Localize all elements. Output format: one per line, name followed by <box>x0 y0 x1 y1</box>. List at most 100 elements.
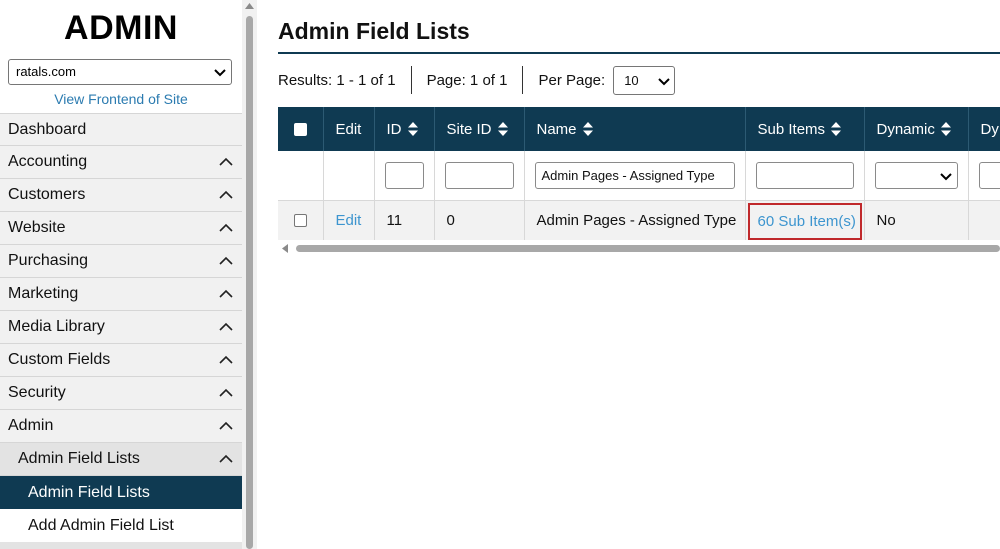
filter-id-input[interactable] <box>384 161 424 189</box>
sidebar-item-label: Purchasing <box>8 252 89 269</box>
chevron-up-icon <box>219 421 233 430</box>
results-bar: Results: 1 - 1 of 1 Page: 1 of 1 Per Pag… <box>278 65 676 95</box>
sidebar-item-media-library[interactable]: Media Library <box>0 311 242 344</box>
chevron-up-icon <box>219 355 233 364</box>
column-header-edit: Edit <box>323 107 375 151</box>
separator <box>410 66 412 94</box>
row-edit-link[interactable]: Edit <box>336 212 362 229</box>
sidebar-item-custom-fields[interactable]: Custom Fields <box>0 344 242 377</box>
sidebar-subgroup-admin-field-lists[interactable]: Admin Field Lists <box>0 443 242 476</box>
column-header-id[interactable]: ID <box>374 107 435 151</box>
row-id-cell: 11 <box>374 200 435 240</box>
column-header-dynamic[interactable]: Dynamic <box>864 107 969 151</box>
chevron-up-icon <box>219 388 233 397</box>
sidebar-item-purchasing[interactable]: Purchasing <box>0 245 242 278</box>
site-select-value: ratals.com <box>16 64 76 79</box>
sort-icon[interactable] <box>407 121 418 136</box>
column-header-label: Edit <box>335 120 362 138</box>
row-name-cell: Admin Pages - Assigned Type <box>524 200 746 240</box>
scroll-up-arrow-icon[interactable] <box>245 3 254 9</box>
sidebar-item-label: Accounting <box>8 153 88 170</box>
sidebar-item-dashboard[interactable]: Dashboard <box>0 113 242 146</box>
brand-title: ADMIN <box>64 9 178 47</box>
chevron-up-icon <box>219 223 233 232</box>
page-indicator: Page: 1 of 1 <box>426 71 508 89</box>
filter-next-input[interactable] <box>978 161 1000 189</box>
sidebar-scrollbar[interactable] <box>242 0 257 549</box>
column-header-label: Site ID <box>446 120 492 138</box>
column-header-label: Dy <box>980 120 999 138</box>
view-frontend-link[interactable]: View Frontend of Site <box>0 90 242 108</box>
row-sub-items-link[interactable]: 60 Sub Item(s) <box>747 202 862 240</box>
row-edit-cell: Edit <box>323 200 375 240</box>
sidebar: ADMIN ratals.com View Frontend of Site D… <box>0 0 242 549</box>
chevron-up-icon <box>219 157 233 166</box>
column-header-sub-items[interactable]: Sub Items <box>745 107 865 151</box>
row-select-cell <box>278 200 324 240</box>
sidebar-item-label: Custom Fields <box>8 351 111 368</box>
sidebar-subitem-add-admin-field-list[interactable]: Add Admin Field List <box>0 509 242 542</box>
sidebar-item-security[interactable]: Security <box>0 377 242 410</box>
select-all-checkbox[interactable] <box>294 123 307 137</box>
column-header-label: Sub Items <box>757 120 826 138</box>
filter-cell <box>968 151 1000 201</box>
per-page-select[interactable]: 10 <box>613 65 676 95</box>
table-scrollbar-thumb[interactable] <box>296 245 1000 252</box>
sort-icon[interactable] <box>497 121 508 136</box>
sidebar-subgroup-label: Admin Field Lists <box>18 450 140 467</box>
data-table-container: Edit ID Site ID Name Sub Items Dynamic D… <box>278 107 1000 240</box>
filter-site-id-input[interactable] <box>444 161 514 189</box>
results-count: Results: 1 - 1 of 1 <box>278 71 396 89</box>
filter-cell <box>864 151 969 201</box>
site-select[interactable]: ratals.com <box>8 59 232 85</box>
column-header-next[interactable]: Dy <box>968 107 1000 151</box>
sort-icon[interactable] <box>940 121 951 136</box>
row-checkbox[interactable] <box>294 214 307 228</box>
separator <box>522 66 524 94</box>
row-next-cell <box>968 200 1000 240</box>
scroll-left-arrow-icon[interactable] <box>282 244 288 253</box>
sidebar-item-accounting[interactable]: Accounting <box>0 146 242 179</box>
sidebar-item-label: Security <box>8 384 66 401</box>
sidebar-item-label: Admin <box>8 417 54 434</box>
sidebar-nav: Dashboard Accounting Customers Website P… <box>0 113 242 549</box>
sort-icon[interactable] <box>831 121 842 136</box>
sidebar-scrollbar-thumb[interactable] <box>246 16 253 549</box>
filter-cell: Admin Pages - Assigned Type <box>524 151 746 201</box>
filter-cell <box>434 151 525 201</box>
sidebar-subitem-admin-field-lists[interactable]: Admin Field Lists <box>0 476 242 509</box>
data-table: Edit ID Site ID Name Sub Items Dynamic D… <box>278 107 1000 240</box>
column-header-name[interactable]: Name <box>524 107 746 151</box>
page-title: Admin Field Lists <box>278 18 470 44</box>
column-header-label: Name <box>536 120 577 138</box>
select-all-header <box>278 107 324 151</box>
filter-cell <box>374 151 435 201</box>
sidebar-item-website[interactable]: Website <box>0 212 242 245</box>
chevron-down-icon <box>214 69 226 77</box>
sidebar-item-admin[interactable]: Admin <box>0 410 242 443</box>
sidebar-item-label: Customers <box>8 186 86 203</box>
filter-sub-items-input[interactable] <box>755 161 854 189</box>
sidebar-item-label: Website <box>8 219 66 236</box>
chevron-up-icon <box>219 190 233 199</box>
sidebar-item-marketing[interactable]: Marketing <box>0 278 242 311</box>
table-horizontal-scrollbar[interactable] <box>278 241 1000 256</box>
column-header-label: ID <box>386 120 402 138</box>
per-page-value: 10 <box>624 72 639 88</box>
chevron-up-icon <box>219 256 233 265</box>
table-row: Edit 11 0 Admin Pages - Assigned Type 60… <box>278 200 1000 240</box>
sidebar-item-label: Dashboard <box>8 121 87 138</box>
table-header-row: Edit ID Site ID Name Sub Items Dynamic D… <box>278 107 1000 151</box>
chevron-down-icon <box>939 173 952 181</box>
column-header-site-id[interactable]: Site ID <box>434 107 525 151</box>
row-site-id-cell: 0 <box>434 200 525 240</box>
sidebar-divider <box>0 542 242 549</box>
filter-name-input[interactable]: Admin Pages - Assigned Type <box>534 161 735 189</box>
chevron-down-icon <box>658 77 670 85</box>
main-content: Admin Field Lists Results: 1 - 1 of 1 Pa… <box>257 0 1000 549</box>
column-header-label: Dynamic <box>876 120 935 138</box>
sidebar-item-label: Media Library <box>8 318 105 335</box>
sort-icon[interactable] <box>582 121 593 136</box>
filter-dynamic-select[interactable] <box>874 161 958 189</box>
sidebar-item-customers[interactable]: Customers <box>0 179 242 212</box>
